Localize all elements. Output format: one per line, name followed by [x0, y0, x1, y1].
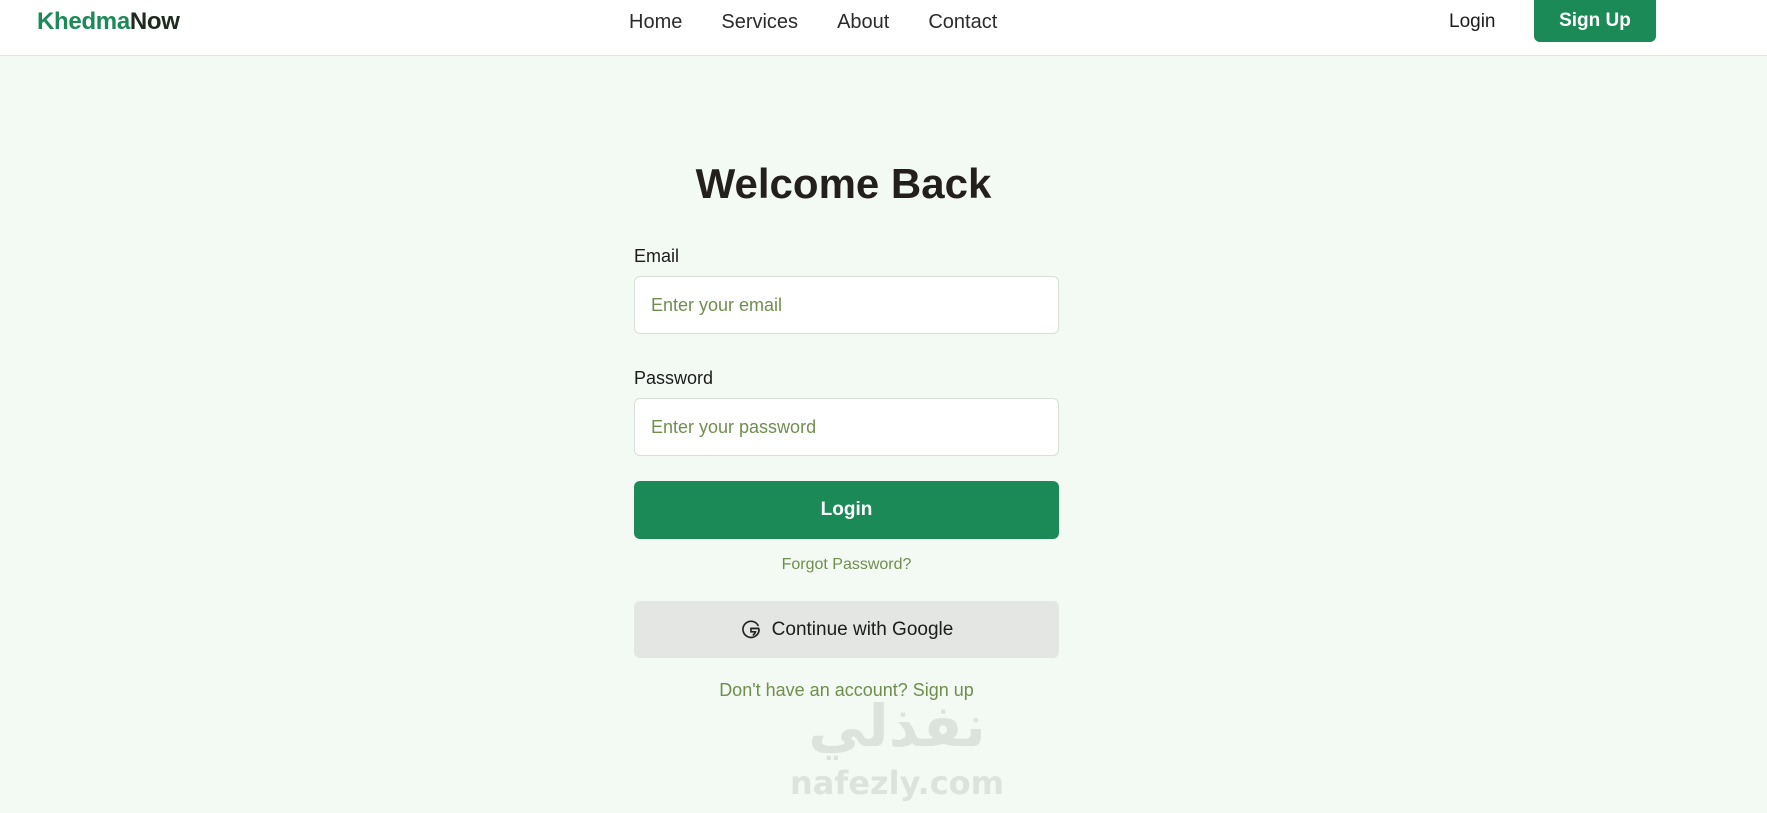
password-label: Password: [634, 368, 714, 388]
nav-login-link[interactable]: Login: [1449, 11, 1496, 33]
nav-links: Home Services About Contact: [629, 11, 1036, 34]
nafezly-watermark: نفذلي nafezly.com: [772, 690, 1022, 808]
nav-link-home[interactable]: Home: [629, 11, 682, 34]
watermark-arabic-text: نفذلي: [808, 692, 985, 760]
logo-part-khedma: Khedma: [37, 8, 130, 35]
password-field[interactable]: [634, 398, 1059, 456]
google-login-button[interactable]: Continue with Google: [634, 601, 1059, 658]
nav-link-services[interactable]: Services: [721, 11, 798, 34]
page-title: Welcome Back: [695, 160, 992, 207]
login-button[interactable]: Login: [634, 481, 1059, 539]
nav-signup-button[interactable]: Sign Up: [1534, 0, 1656, 42]
forgot-password-link[interactable]: Forgot Password?: [634, 556, 1059, 574]
email-label: Email: [634, 246, 680, 266]
nav-link-contact[interactable]: Contact: [928, 11, 997, 34]
logo-part-now: Now: [129, 8, 180, 35]
watermark-latin-text: nafezly.com: [790, 764, 1004, 802]
logo[interactable]: KhedmaNow: [37, 8, 180, 36]
navbar: KhedmaNow Home Services About Contact Lo…: [0, 0, 1767, 56]
nav-link-about[interactable]: About: [837, 11, 889, 34]
login-card: Welcome Back Email Password Login Forgot…: [634, 160, 1059, 700]
google-g-icon: [740, 619, 762, 641]
google-button-label: Continue with Google: [771, 618, 954, 640]
email-field[interactable]: [634, 276, 1059, 334]
